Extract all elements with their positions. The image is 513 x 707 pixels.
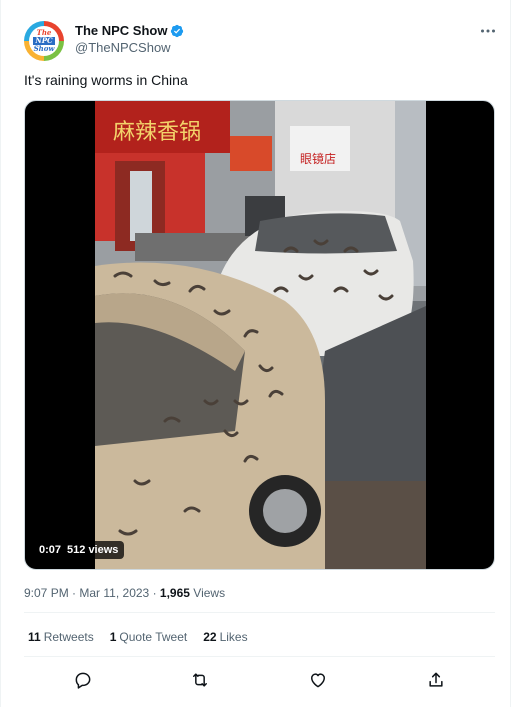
avatar-logo: The NPC Show bbox=[29, 26, 59, 56]
video-scene: 麻辣香锅 眼镜店 bbox=[95, 101, 426, 569]
tweet-time[interactable]: 9:07 PM bbox=[24, 586, 69, 600]
tweet-date[interactable]: Mar 11, 2023 bbox=[79, 586, 149, 600]
meta-separator: · bbox=[152, 586, 157, 600]
avatar-text-show: Show bbox=[33, 44, 55, 53]
video-info-pill: 0:07 512 views bbox=[33, 541, 125, 559]
reply-button[interactable] bbox=[73, 670, 93, 690]
author-display-name[interactable]: The NPC Show bbox=[75, 23, 167, 38]
tweet-text: It's raining worms in China bbox=[24, 72, 188, 88]
like-icon bbox=[311, 673, 325, 688]
engagement-stats: 11 Retweets 1 Quote Tweet 22 Likes bbox=[28, 630, 248, 644]
retweets-stat[interactable]: 11 Retweets bbox=[28, 630, 94, 644]
divider bbox=[24, 656, 495, 657]
retweets-label: Retweets bbox=[43, 630, 94, 644]
view-label: Views bbox=[193, 586, 226, 600]
meta-separator: · bbox=[72, 586, 77, 600]
more-options-icon[interactable] bbox=[479, 22, 497, 40]
view-count: 1,965 bbox=[159, 586, 190, 600]
verified-badge-icon bbox=[171, 24, 184, 37]
sign-text-left: 麻辣香锅 bbox=[113, 120, 201, 145]
reply-icon bbox=[75, 672, 91, 689]
author-name-row: The NPC Show bbox=[75, 23, 184, 38]
video-frame: 麻辣香锅 眼镜店 bbox=[95, 101, 426, 569]
quotes-count: 1 bbox=[109, 630, 117, 644]
sign-text-right: 眼镜店 bbox=[300, 151, 336, 166]
like-button[interactable] bbox=[308, 670, 328, 690]
quotes-stat[interactable]: 1 Quote Tweet bbox=[110, 630, 188, 644]
likes-count: 22 bbox=[203, 630, 217, 644]
tweet-video[interactable]: 麻辣香锅 眼镜店 0:07 512 views bbox=[24, 100, 495, 570]
video-views: 512 views bbox=[67, 544, 119, 556]
tweet-meta: 9:07 PM · Mar 11, 2023 · 1,965 Views bbox=[24, 586, 225, 600]
share-icon bbox=[429, 672, 443, 687]
tweet-card: The NPC Show The NPC Show @TheNPCShow It… bbox=[0, 0, 511, 707]
share-button[interactable] bbox=[426, 670, 446, 690]
retweet-icon bbox=[193, 673, 207, 687]
quotes-label: Quote Tweet bbox=[119, 630, 188, 644]
retweet-button[interactable] bbox=[190, 670, 210, 690]
likes-stat[interactable]: 22 Likes bbox=[203, 630, 247, 644]
likes-label: Likes bbox=[219, 630, 248, 644]
author-avatar[interactable]: The NPC Show bbox=[24, 21, 64, 61]
video-duration: 0:07 bbox=[39, 544, 62, 556]
divider bbox=[24, 612, 495, 613]
author-handle[interactable]: @TheNPCShow bbox=[75, 40, 171, 55]
retweets-count: 11 bbox=[28, 630, 41, 644]
action-bar bbox=[24, 666, 495, 694]
